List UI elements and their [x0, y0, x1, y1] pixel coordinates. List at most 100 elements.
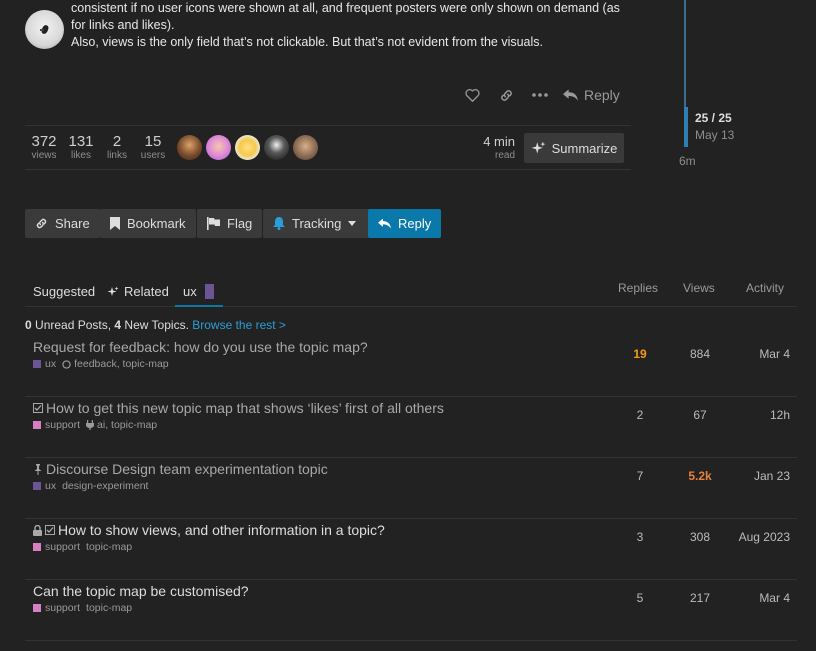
- post-line-2: for links and likes).: [71, 18, 175, 32]
- avatar[interactable]: [235, 135, 260, 160]
- tracking-dropdown[interactable]: Tracking: [263, 209, 374, 238]
- replies-count[interactable]: 5: [610, 591, 670, 605]
- likes-label: likes: [70, 150, 91, 161]
- tracking-label: Tracking: [292, 216, 342, 231]
- table-row: Request for feedback: how do you use the…: [25, 336, 797, 397]
- activity-date[interactable]: Mar 4: [730, 591, 804, 605]
- post-line-3: Also, views is the only field that’s not…: [71, 35, 543, 49]
- column-header-activity[interactable]: Activity: [746, 281, 784, 295]
- topic-map-stats: 372 views 131 likes 2 links 15 users 4 m…: [25, 125, 631, 170]
- summarize-label: Summarize: [551, 140, 618, 156]
- topic-title-link[interactable]: Request for feedback: how do you use the…: [33, 339, 368, 355]
- bell-icon: [273, 217, 285, 230]
- topic-tags[interactable]: topic-map: [86, 541, 132, 553]
- topic-title-link[interactable]: Discourse Design team experimentation to…: [33, 461, 328, 477]
- topic-title-text: Discourse Design team experimentation to…: [46, 461, 328, 477]
- tags-text: topic-map: [86, 602, 133, 614]
- category-badge: [33, 482, 41, 490]
- category-link[interactable]: support: [45, 419, 80, 431]
- views-count: 372: [31, 133, 57, 150]
- replies-count[interactable]: 7: [610, 469, 670, 483]
- tab-ux[interactable]: ux: [183, 284, 214, 299]
- views-count: 67: [693, 408, 707, 422]
- unread-summary: 0 Unread Posts, 4 New Topics. Browse the…: [25, 318, 286, 332]
- table-row: Can the topic map be customised? support…: [25, 580, 797, 641]
- topic-tags[interactable]: ai, topic-map: [86, 419, 157, 431]
- topic-title-link[interactable]: Can the topic map be customised?: [33, 583, 249, 599]
- column-header-views[interactable]: Views: [683, 281, 715, 295]
- tab-suggested[interactable]: Suggested: [33, 284, 95, 299]
- links-count: 2: [112, 133, 122, 150]
- category-badge: [204, 284, 214, 299]
- tab-ux-label: ux: [183, 284, 197, 299]
- post-reply-button[interactable]: Reply: [563, 87, 620, 103]
- post-reply-label: Reply: [584, 87, 620, 103]
- solved-checkbox-icon: [45, 525, 55, 535]
- category-link[interactable]: support: [45, 602, 80, 614]
- sparkle-icon: [531, 141, 545, 153]
- unread-count: 0: [25, 318, 32, 332]
- category-badge: [33, 421, 41, 429]
- more-actions-button[interactable]: [523, 84, 557, 106]
- replies-count[interactable]: 2: [610, 408, 670, 422]
- category-link[interactable]: support: [45, 541, 80, 553]
- tab-suggested-label: Suggested: [33, 284, 96, 299]
- topic-title-link[interactable]: How to get this new topic map that shows…: [33, 400, 444, 416]
- ellipsis-icon: [532, 93, 548, 97]
- read-time-label: read: [494, 150, 515, 161]
- views-count: 5.2k: [688, 469, 712, 483]
- table-row: Discourse Design team experimentation to…: [25, 458, 797, 519]
- post-actions: Reply: [455, 84, 620, 106]
- topic-tags[interactable]: topic-map: [86, 602, 132, 614]
- users-stat[interactable]: 15 users: [139, 134, 167, 162]
- timeline-last-activity[interactable]: 6m: [679, 154, 696, 168]
- pin-icon: [33, 463, 43, 475]
- topic-meta: ux design-experiment: [33, 480, 148, 492]
- post-body: consistent if no user icons were shown a…: [71, 0, 631, 51]
- avatar[interactable]: [293, 135, 318, 160]
- link-icon: [36, 218, 47, 229]
- links-stat[interactable]: 2 links: [106, 134, 128, 162]
- table-row: How to show views, and other information…: [25, 519, 797, 580]
- avatar[interactable]: [264, 135, 289, 160]
- category-link[interactable]: ux: [45, 358, 56, 370]
- users-label: users: [140, 150, 166, 161]
- summarize-button[interactable]: Summarize: [524, 133, 624, 163]
- activity-date[interactable]: Aug 2023: [730, 530, 804, 544]
- sparkle-icon: [107, 286, 119, 296]
- topic-title-text: Can the topic map be customised?: [33, 583, 249, 599]
- topic-meta: support topic-map: [33, 602, 132, 614]
- users-count: 15: [144, 133, 162, 150]
- tags-text: ai, topic-map: [97, 419, 158, 431]
- topic-tags[interactable]: feedback, topic-map: [62, 358, 169, 370]
- views-label: views: [31, 150, 57, 161]
- topic-reply-button[interactable]: Reply: [368, 209, 442, 238]
- activity-date[interactable]: Mar 4: [730, 347, 804, 361]
- bookmark-label: Bookmark: [127, 216, 186, 231]
- read-time: 4 min read: [473, 134, 515, 162]
- suggested-tabs: Suggested Related ux Replies Views Activ…: [25, 276, 797, 307]
- bookmark-button[interactable]: Bookmark: [100, 209, 196, 238]
- topic-tags[interactable]: design-experiment: [62, 480, 148, 492]
- activity-date[interactable]: Jan 23: [730, 469, 804, 483]
- like-button[interactable]: [455, 84, 489, 106]
- tab-related[interactable]: Related: [107, 284, 169, 299]
- category-link[interactable]: ux: [45, 480, 56, 492]
- post-author-avatar[interactable]: [25, 10, 64, 49]
- topic-title-link[interactable]: How to show views, and other information…: [33, 522, 385, 538]
- link-icon: [500, 89, 512, 101]
- replies-count[interactable]: 19: [610, 347, 670, 361]
- share-button[interactable]: Share: [25, 209, 100, 238]
- browse-the-rest-link[interactable]: Browse the rest >: [192, 318, 286, 332]
- replies-count[interactable]: 3: [610, 530, 670, 544]
- avatar[interactable]: [177, 135, 202, 160]
- views-stat: 372 views: [29, 134, 59, 162]
- timeline-handle[interactable]: [684, 107, 688, 147]
- topic-meta: support ai, topic-map: [33, 419, 157, 431]
- column-header-replies[interactable]: Replies: [618, 281, 658, 295]
- copy-link-button[interactable]: [489, 84, 523, 106]
- activity-date[interactable]: 12h: [730, 408, 804, 422]
- likes-stat[interactable]: 131 likes: [67, 134, 95, 162]
- avatar[interactable]: [206, 135, 231, 160]
- flag-button[interactable]: Flag: [197, 209, 263, 238]
